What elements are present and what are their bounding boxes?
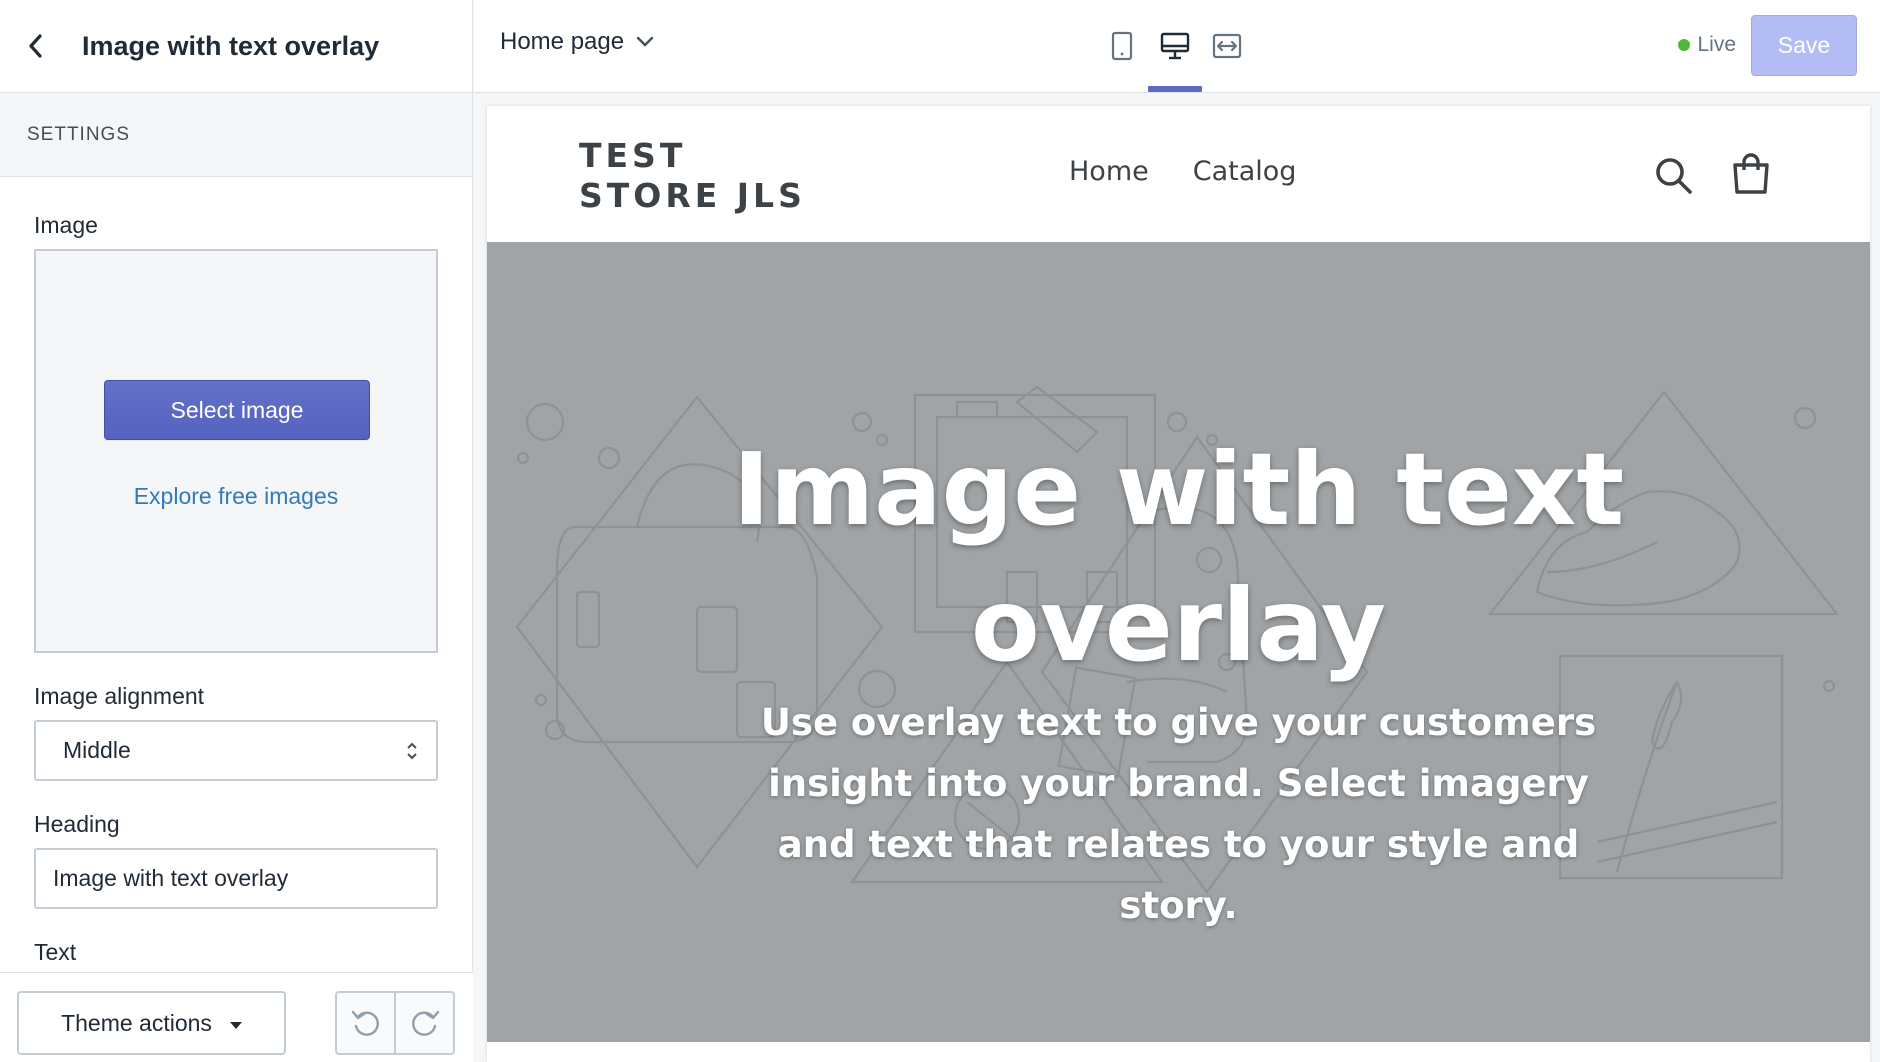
mobile-view-button[interactable] [1097,22,1147,70]
hero-heading: Image with text overlay [732,431,1625,684]
sidebar-header: Image with text overlay [0,0,472,93]
hero-text: Use overlay text to give your customers … [760,701,1597,927]
redo-icon [411,1010,439,1036]
page-selector[interactable]: Home page [500,28,654,56]
image-picker: Select image Explore free images [34,249,438,653]
live-dot-icon [1678,39,1691,51]
cart-icon[interactable] [1731,153,1771,195]
heading-input[interactable] [34,848,438,909]
store-logo-text[interactable]: TEST STORE JLS [579,136,839,216]
image-alignment-value: Middle [63,737,131,763]
store-nav: Home Catalog [1069,156,1296,187]
live-label: Live [1697,33,1736,56]
mobile-icon [1111,31,1133,61]
caret-down-icon [229,1021,242,1029]
image-label: Image [34,212,98,238]
sidebar-title: Image with text overlay [82,30,380,61]
theme-actions-button[interactable]: Theme actions [17,991,286,1055]
expand-horizontal-icon [1212,33,1242,59]
nav-item-home[interactable]: Home [1069,156,1149,187]
settings-section-header: SETTINGS [0,93,472,177]
store-preview: TEST STORE JLS Home Catalog Image with t… [487,106,1870,1062]
undo-icon [351,1010,379,1036]
sidebar-footer: Theme actions [0,972,473,1062]
desktop-view-button[interactable] [1150,22,1200,70]
active-device-indicator [1148,86,1202,92]
text-label: Text [34,939,77,965]
image-alignment-label: Image alignment [34,683,205,709]
heading-label: Heading [34,811,120,837]
live-status: Live [1678,33,1736,57]
theme-actions-label: Theme actions [61,1009,212,1036]
redo-button[interactable] [394,993,453,1053]
nav-item-catalog[interactable]: Catalog [1193,156,1297,187]
search-icon[interactable] [1654,156,1694,196]
select-image-button[interactable]: Select image [104,380,370,440]
settings-body: Image Select image Explore free images I… [0,212,472,966]
chevron-down-icon [636,36,654,47]
editor-sidebar: Image with text overlay SETTINGS Image S… [0,0,473,1062]
image-alignment-select[interactable]: Middle [34,720,438,781]
full-width-view-button[interactable] [1202,22,1252,70]
desktop-icon [1160,32,1190,60]
chevron-left-icon [29,34,42,58]
settings-label: SETTINGS [27,123,131,145]
preview-topbar: Home page Live Save [474,0,1880,93]
explore-free-images-link[interactable]: Explore free images [36,483,436,510]
store-header: TEST STORE JLS Home Catalog [487,106,1870,242]
undo-button[interactable] [337,993,394,1053]
select-caret-icon [407,742,417,760]
undo-redo-group [335,991,455,1055]
hero-image-overlay[interactable]: Image with text overlay Use overlay text… [487,242,1870,1042]
save-button[interactable]: Save [1751,15,1857,76]
back-button[interactable] [20,26,50,66]
page-selector-label: Home page [500,28,625,55]
